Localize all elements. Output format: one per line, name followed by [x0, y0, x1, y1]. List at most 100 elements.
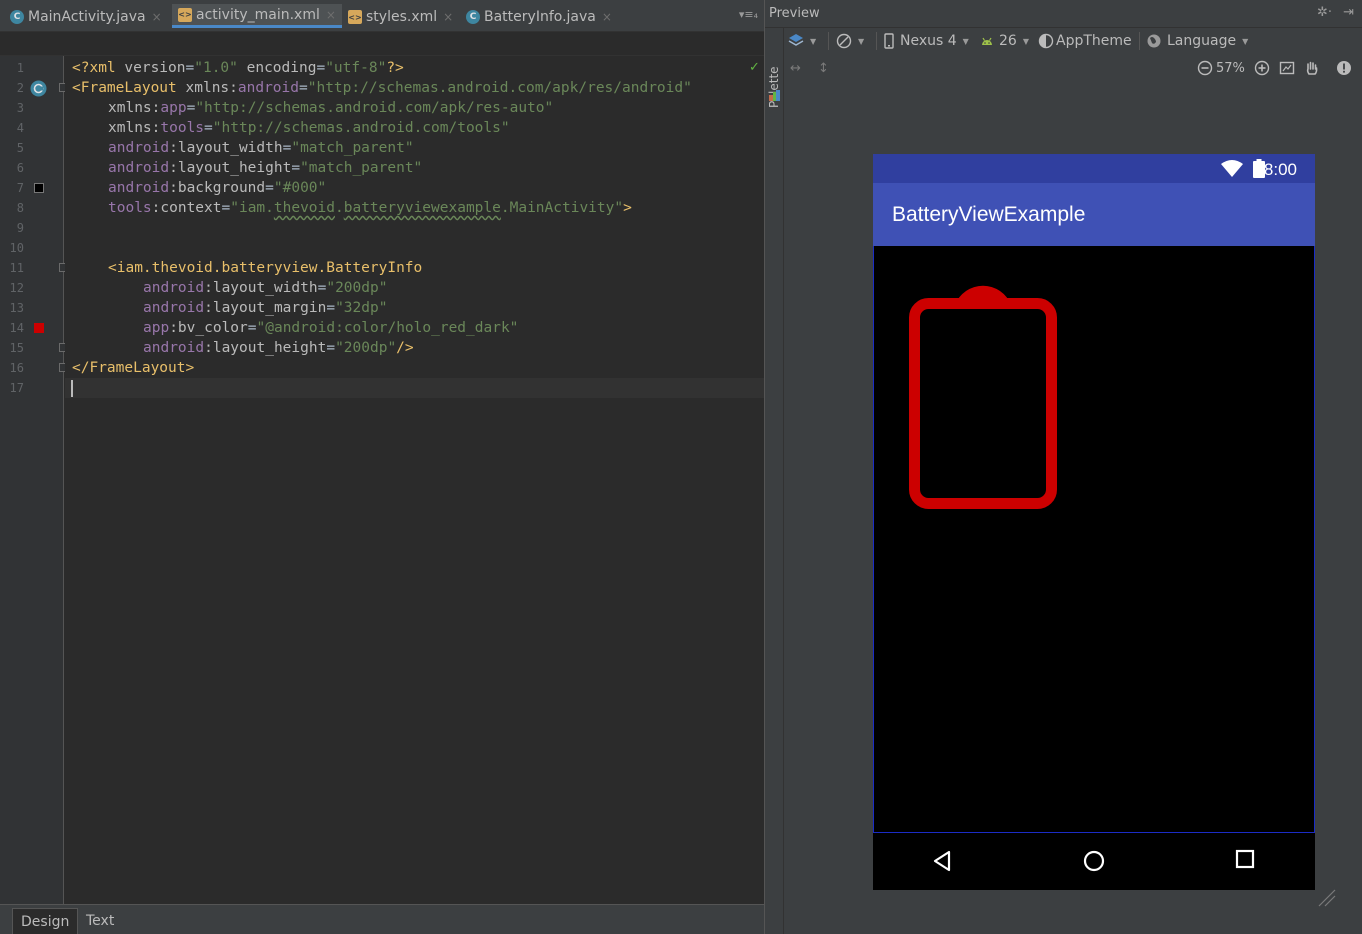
layers-icon — [788, 34, 804, 46]
resize-handle-icon[interactable] — [1317, 888, 1337, 908]
chevron-down-icon: ▼ — [858, 36, 865, 46]
code-line-13: android:layout_margin="32dp" — [143, 300, 388, 316]
code-line-8: tools:context="iam.thevoid.batteryviewex… — [108, 200, 632, 216]
tab-overflow-icon[interactable]: ▾≡₄ — [739, 8, 758, 21]
line-number: 9 — [16, 221, 24, 235]
class-file-icon: C — [466, 10, 480, 24]
battery-outline-icon — [909, 298, 1057, 509]
recents-icon[interactable] — [1235, 849, 1255, 869]
close-icon[interactable]: × — [326, 8, 336, 22]
preview-toolbar: ▼ ▼ Nexus 4 ▼ 26 ▼ AppTheme Language ▼ — [784, 28, 1362, 54]
toolbar-separator — [828, 32, 829, 50]
code-line-2: <FrameLayout xmlns:android="http://schem… — [72, 80, 692, 96]
color-swatch-red[interactable] — [34, 323, 44, 333]
design-canvas[interactable]: 8:00 BatteryViewExample — [784, 80, 1362, 934]
code-line-6: android:layout_height="match_parent" — [108, 160, 423, 176]
line-number: 7 — [16, 181, 24, 195]
tab-styles-xml[interactable]: <> styles.xml × — [348, 4, 453, 30]
code-line-3: xmlns:app="http://schemas.android.com/ap… — [108, 100, 554, 116]
tab-design[interactable]: Design — [12, 908, 79, 934]
globe-icon — [1147, 34, 1161, 48]
palette-strip[interactable]: Palette — [765, 28, 784, 934]
theme-selector[interactable]: AppTheme — [1038, 32, 1132, 50]
preview-title: Preview — [769, 6, 820, 21]
code-line-7: android:background="#000" — [108, 180, 327, 196]
status-clock: 8:00 — [1263, 160, 1297, 179]
horizontal-resize-icon[interactable]: ↔ — [790, 59, 801, 77]
chevron-down-icon: ▼ — [810, 36, 817, 46]
home-icon[interactable] — [1082, 849, 1106, 873]
api-level-label: 26 — [999, 33, 1017, 49]
related-activity-icon[interactable] — [30, 80, 47, 97]
tab-mainactivity-java[interactable]: C MainActivity.java × — [10, 4, 162, 30]
code-line-15: android:layout_height="200dp"/> — [143, 340, 414, 356]
api-level-dropdown[interactable]: 26 ▼ — [980, 32, 1029, 50]
class-file-icon: C — [10, 10, 24, 24]
tab-activity-main-xml[interactable]: <> activity_main.xml × — [172, 4, 342, 28]
code-editor[interactable]: <?xml version="1.0" encoding="utf-8"?> <… — [65, 56, 764, 904]
code-line-16: </FrameLayout> — [72, 360, 195, 376]
theme-label: AppTheme — [1056, 33, 1132, 49]
app-bar: BatteryViewExample — [873, 183, 1315, 246]
close-icon[interactable]: × — [152, 10, 162, 24]
frame-layout-content[interactable] — [873, 246, 1315, 833]
zoom-out-icon[interactable] — [1197, 59, 1213, 77]
line-number: 11 — [9, 261, 24, 275]
breadcrumb-bar — [0, 32, 764, 56]
app-title: BatteryViewExample — [892, 203, 1086, 226]
vertical-resize-icon[interactable]: ↕ — [818, 59, 829, 77]
line-number: 14 — [9, 321, 24, 335]
hide-panel-icon[interactable]: ⇥ — [1343, 5, 1354, 20]
orientation-dropdown[interactable]: ▼ — [836, 32, 864, 50]
editor-pane: C MainActivity.java × <> activity_main.x… — [0, 0, 764, 934]
navigation-bar — [873, 833, 1315, 890]
theme-icon — [1038, 33, 1054, 49]
pan-hand-icon[interactable] — [1304, 59, 1320, 77]
code-line-12: android:layout_width="200dp" — [143, 280, 388, 296]
line-number: 4 — [16, 121, 24, 135]
line-number: 13 — [9, 301, 24, 315]
editor-tab-bar: C MainActivity.java × <> activity_main.x… — [0, 0, 764, 32]
device-preview[interactable]: 8:00 BatteryViewExample — [873, 154, 1315, 890]
close-icon[interactable]: × — [602, 10, 612, 24]
tab-text[interactable]: Text — [78, 908, 122, 934]
line-number: 12 — [9, 281, 24, 295]
rotate-icon — [836, 33, 852, 49]
toolbar-separator — [876, 32, 877, 50]
line-number: 6 — [16, 161, 24, 175]
language-dropdown[interactable]: Language ▼ — [1146, 32, 1248, 50]
android-icon — [982, 37, 992, 45]
inspection-ok-icon[interactable]: ✓ — [749, 60, 760, 75]
code-line-4: xmlns:tools="http://schemas.android.com/… — [108, 120, 510, 136]
warning-info-icon[interactable] — [1336, 59, 1352, 77]
palette-icon[interactable] — [769, 90, 780, 101]
xml-file-icon: <> — [178, 7, 192, 22]
zoom-to-fit-icon[interactable] — [1279, 59, 1295, 77]
zoom-in-icon[interactable] — [1254, 59, 1270, 77]
palette-label[interactable]: Palette — [767, 66, 781, 108]
close-icon[interactable]: × — [443, 10, 453, 24]
wifi-icon — [1221, 160, 1243, 177]
line-number: 17 — [9, 381, 24, 395]
line-number: 16 — [9, 361, 24, 375]
chevron-down-icon: ▼ — [962, 36, 969, 46]
device-dropdown[interactable]: Nexus 4 ▼ — [884, 32, 969, 50]
xml-file-icon: <> — [348, 10, 362, 24]
toolbar-separator — [1139, 32, 1140, 50]
current-line-highlight — [65, 378, 764, 398]
back-icon[interactable] — [931, 849, 953, 873]
line-number: 2 — [16, 81, 24, 95]
layers-dropdown[interactable]: ▼ — [788, 32, 816, 50]
code-line-5: android:layout_width="match_parent" — [108, 140, 414, 156]
color-swatch-black[interactable] — [34, 183, 44, 193]
preview-header: Preview ✲· ⇥ — [765, 0, 1362, 28]
zoom-level: 57% — [1216, 60, 1245, 76]
gear-icon[interactable]: ✲· — [1317, 5, 1332, 20]
line-number: 1 — [16, 61, 24, 75]
battery-info-view[interactable] — [908, 281, 1058, 511]
device-label: Nexus 4 — [900, 33, 957, 49]
chevron-down-icon: ▼ — [1022, 36, 1029, 46]
tab-label: BatteryInfo.java — [484, 9, 596, 25]
tab-batteryinfo-java[interactable]: C BatteryInfo.java × — [466, 4, 612, 30]
code-line-11: <iam.thevoid.batteryview.BatteryInfo — [108, 260, 423, 276]
